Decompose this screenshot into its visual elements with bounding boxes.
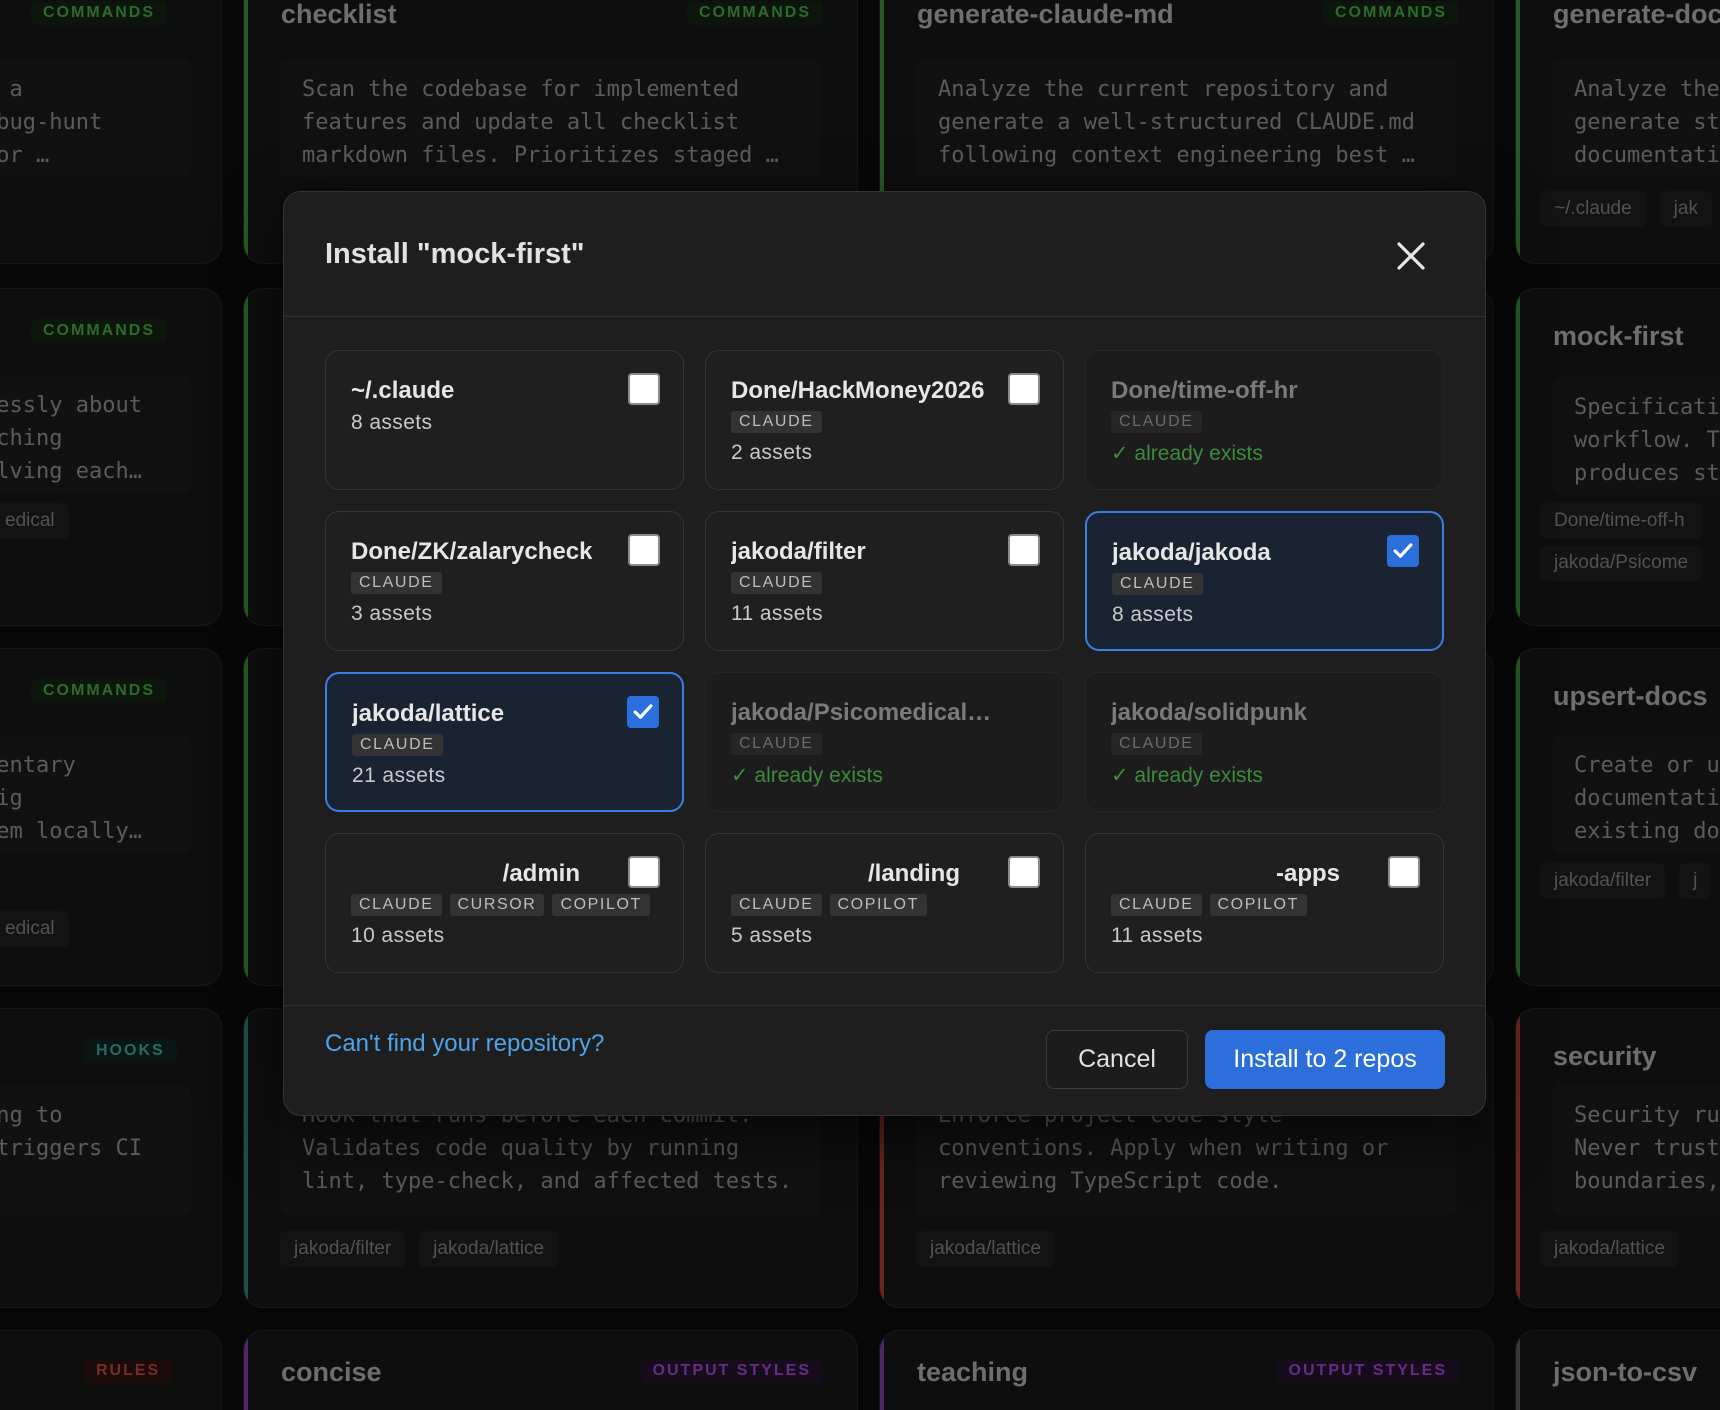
repo-name: /landing xyxy=(868,860,960,887)
asset-count: 8 assets xyxy=(1112,603,1194,626)
checkbox-checked[interactable] xyxy=(1387,535,1419,567)
agent-pill: CLAUDE xyxy=(731,572,822,594)
dialog-title: Install "mock-first" xyxy=(325,238,585,270)
checkbox[interactable] xyxy=(1388,856,1420,888)
asset-count: 2 assets xyxy=(731,441,813,464)
cancel-button[interactable]: Cancel xyxy=(1046,1030,1188,1089)
agent-pills: CLAUDE CURSOR COPILOT xyxy=(351,894,650,916)
asset-count: 3 assets xyxy=(351,602,433,625)
cant-find-repo-link[interactable]: Can't find your repository? xyxy=(325,1030,604,1058)
asset-count: 5 assets xyxy=(731,924,813,947)
repo-option: jakoda/Psicomedical… CLAUDE ✓ already exis… xyxy=(705,672,1064,812)
agent-pills: CLAUDE xyxy=(1112,573,1203,595)
checkbox[interactable] xyxy=(1008,373,1040,405)
close-icon[interactable] xyxy=(1391,236,1431,276)
repo-option[interactable]: Done/ZK/zalarycheck CLAUDE 3 assets xyxy=(325,511,684,651)
checkbox[interactable] xyxy=(628,856,660,888)
checkbox[interactable] xyxy=(628,534,660,566)
repo-option[interactable]: jakoda/jakoda CLAUDE 8 assets xyxy=(1085,511,1444,651)
agent-pills: CLAUDE xyxy=(352,734,443,756)
checkbox[interactable] xyxy=(1008,856,1040,888)
agent-pill: COPILOT xyxy=(1209,894,1307,916)
agent-pill: CLAUDE xyxy=(1111,894,1202,916)
dialog-header: Install "mock-first" xyxy=(284,192,1485,317)
asset-count: 21 assets xyxy=(352,764,446,787)
repo-option[interactable]: -apps CLAUDE COPILOT 11 assets xyxy=(1085,833,1444,973)
agent-pill: CURSOR xyxy=(449,894,545,916)
repo-option[interactable]: /landing CLAUDE COPILOT 5 assets xyxy=(705,833,1064,973)
agent-pills: CLAUDE xyxy=(1111,733,1202,755)
agent-pills: CLAUDE xyxy=(731,733,822,755)
check-icon xyxy=(1393,543,1413,558)
check-icon xyxy=(633,704,653,719)
agent-pills: CLAUDE xyxy=(731,411,822,433)
repo-grid: ~/.claude 8 assets Done/HackMoney2026 CLAUD… xyxy=(325,350,1444,973)
repo-name: jakoda/jakoda xyxy=(1112,539,1271,566)
agent-pills: CLAUDE xyxy=(351,572,442,594)
repo-name: jakoda/lattice xyxy=(352,700,505,727)
repo-option[interactable]: /admin CLAUDE CURSOR COPILOT 10 assets xyxy=(325,833,684,973)
agent-pill: COPILOT xyxy=(829,894,927,916)
repo-option: jakoda/solidpunk CLAUDE ✓ already exists xyxy=(1085,672,1444,812)
agent-pill: CLAUDE xyxy=(731,733,822,755)
agent-pills: CLAUDE xyxy=(1111,411,1202,433)
install-button[interactable]: Install to 2 repos xyxy=(1205,1030,1445,1089)
already-exists-status: ✓ already exists xyxy=(1111,442,1263,465)
agent-pills: CLAUDE COPILOT xyxy=(731,894,927,916)
asset-count: 11 assets xyxy=(1111,924,1203,947)
checkbox-checked[interactable] xyxy=(627,696,659,728)
repo-name: /admin xyxy=(502,860,580,887)
asset-count: 10 assets xyxy=(351,924,445,947)
agent-pill: CLAUDE xyxy=(1111,411,1202,433)
agent-pill: CLAUDE xyxy=(352,734,443,756)
repo-option: Done/time-off-hr CLAUDE ✓ already exists xyxy=(1085,350,1444,490)
agent-pill: CLAUDE xyxy=(731,894,822,916)
agent-pills: CLAUDE COPILOT xyxy=(1111,894,1307,916)
agent-pill: CLAUDE xyxy=(1112,573,1203,595)
already-exists-status: ✓ already exists xyxy=(731,764,883,787)
repo-option[interactable]: jakoda/filter CLAUDE 11 assets xyxy=(705,511,1064,651)
repo-name: jakoda/Psicomedical… xyxy=(731,699,992,726)
checkbox[interactable] xyxy=(628,373,660,405)
already-exists-status: ✓ already exists xyxy=(1111,764,1263,787)
dialog-footer: Can't find your repository? Cancel Insta… xyxy=(284,1005,1485,1115)
asset-count: 11 assets xyxy=(731,602,823,625)
repo-name: Done/ZK/zalarycheck xyxy=(351,538,593,565)
repo-name: jakoda/solidpunk xyxy=(1111,699,1308,726)
agent-pills: CLAUDE xyxy=(731,572,822,594)
asset-count: 8 assets xyxy=(351,411,433,434)
repo-name: jakoda/filter xyxy=(731,538,866,565)
agent-pill: CLAUDE xyxy=(351,572,442,594)
repo-name: ~/.claude xyxy=(351,377,455,404)
repo-option[interactable]: jakoda/lattice CLAUDE 21 assets xyxy=(325,672,684,812)
install-dialog: Install "mock-first" ~/.claude 8 assets Do… xyxy=(283,191,1486,1116)
agent-pill: CLAUDE xyxy=(731,411,822,433)
repo-option[interactable]: Done/HackMoney2026 CLAUDE 2 assets xyxy=(705,350,1064,490)
repo-option[interactable]: ~/.claude 8 assets xyxy=(325,350,684,490)
repo-name: Done/HackMoney2026 xyxy=(731,377,985,404)
repo-name: Done/time-off-hr xyxy=(1111,377,1298,404)
agent-pill: CLAUDE xyxy=(351,894,442,916)
repo-name: -apps xyxy=(1275,860,1340,887)
agent-pill: COPILOT xyxy=(552,894,650,916)
checkbox[interactable] xyxy=(1008,534,1040,566)
agent-pill: CLAUDE xyxy=(1111,733,1202,755)
